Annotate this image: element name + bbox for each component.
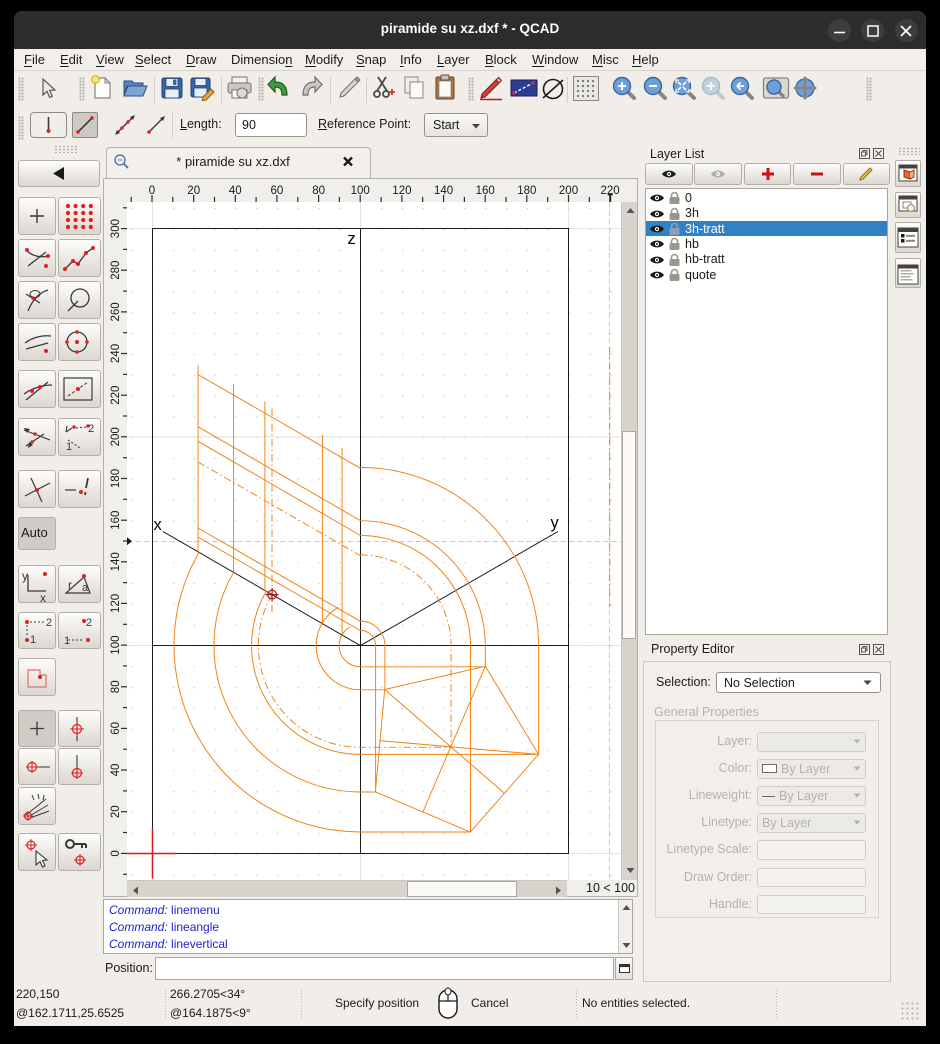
svg-text:260: 260: [110, 302, 122, 321]
svg-text:y: y: [22, 569, 28, 583]
svg-text:120: 120: [110, 594, 122, 613]
svg-text:160: 160: [110, 511, 122, 530]
svg-text:a: a: [82, 582, 89, 594]
svg-text:x: x: [40, 591, 46, 603]
svg-text:2: 2: [46, 617, 52, 629]
svg-text:100: 100: [110, 636, 122, 655]
svg-text:2: 2: [88, 423, 94, 435]
svg-text:60: 60: [110, 722, 122, 735]
svg-text:200: 200: [110, 427, 122, 446]
svg-text:0: 0: [110, 850, 122, 856]
svg-text:x: x: [154, 516, 163, 534]
svg-text:140: 140: [110, 552, 122, 571]
svg-text:40: 40: [110, 764, 122, 777]
svg-text:2: 2: [86, 617, 92, 629]
svg-text:1: 1: [30, 634, 36, 646]
svg-text:1: 1: [64, 635, 70, 647]
svg-text:80: 80: [110, 680, 122, 693]
svg-text:r: r: [68, 578, 72, 592]
svg-text:240: 240: [110, 344, 122, 363]
svg-text:1: 1: [66, 441, 72, 453]
svg-text:y: y: [551, 514, 560, 532]
svg-text:220: 220: [110, 386, 122, 405]
svg-text:z: z: [348, 230, 356, 248]
svg-text:280: 280: [110, 261, 122, 280]
svg-text:20: 20: [110, 805, 122, 818]
svg-text:300: 300: [110, 219, 122, 238]
svg-text:180: 180: [110, 469, 122, 488]
